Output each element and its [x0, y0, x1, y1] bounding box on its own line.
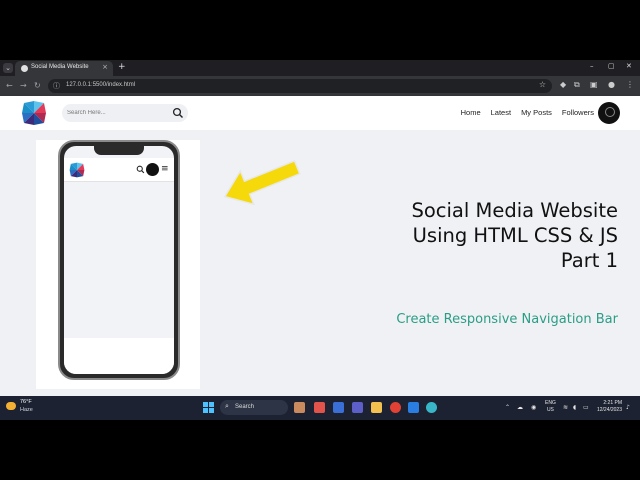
tray-cloud-icon[interactable]: ☁ — [517, 404, 523, 411]
nav-links: Home Latest My Posts Followers — [461, 108, 594, 117]
volume-icon[interactable]: ◖ — [573, 404, 576, 411]
tab-search-menu-icon[interactable]: ⌄ — [3, 63, 13, 73]
tab-title: Social Media Website — [31, 64, 89, 70]
browser-menu-icon[interactable]: ⋮ — [626, 80, 634, 89]
arrow-icon — [223, 159, 301, 206]
taskbar-app-icon[interactable] — [333, 402, 344, 413]
phone-bottom-area — [64, 338, 174, 374]
taskbar-app-icon[interactable] — [314, 402, 325, 413]
extension-icon[interactable]: ◆ — [560, 80, 566, 89]
hamburger-menu-icon: ≡ — [161, 164, 169, 174]
clock-date: 12/24/2023 — [596, 407, 622, 413]
tab-close-icon[interactable]: × — [102, 63, 108, 71]
mobile-navbar: ≡ — [64, 158, 174, 182]
new-tab-button[interactable]: + — [118, 62, 126, 72]
start-windows-icon[interactable] — [203, 402, 214, 413]
clock-time: 2:21 PM — [603, 400, 622, 406]
search-input[interactable] — [67, 107, 167, 119]
search-icon[interactable] — [172, 107, 184, 119]
taskbar-teams-icon[interactable] — [352, 402, 363, 413]
search-box — [62, 104, 188, 122]
weather-temp: 76°F — [20, 399, 32, 405]
forward-icon[interactable]: → — [20, 81, 27, 90]
mobile-search-icon — [136, 165, 145, 174]
weather-widget[interactable]: 76°F Haze — [6, 399, 46, 417]
site-logo-icon[interactable] — [21, 100, 47, 126]
browser-tab[interactable]: Social Media Website × — [15, 61, 113, 76]
user-avatar[interactable] — [598, 102, 620, 124]
notification-bell-icon[interactable]: ♪ — [626, 404, 630, 411]
taskbar-search[interactable]: ⌕ Search — [220, 400, 288, 415]
taskbar-app-folder-icon[interactable] — [294, 402, 305, 413]
mobile-logo-icon — [69, 162, 85, 178]
tray-clock[interactable]: 2:21 PM 12/24/2023 — [594, 400, 622, 414]
weather-haze-icon — [6, 402, 16, 410]
mobile-preview: ≡ — [36, 140, 200, 389]
weather-condition: Haze — [20, 407, 33, 413]
nav-link-my-posts[interactable]: My Posts — [521, 108, 552, 117]
site-navbar: Home Latest My Posts Followers — [0, 96, 640, 130]
nav-link-latest[interactable]: Latest — [491, 108, 511, 117]
taskbar-search-label: Search — [235, 404, 255, 410]
tray-language-code: ENG — [545, 400, 556, 406]
headline-line-2: Using HTML CSS & JS — [412, 224, 618, 247]
taskbar-file-explorer-icon[interactable] — [371, 402, 382, 413]
tray-app-icon[interactable]: ◉ — [531, 404, 536, 411]
reload-icon[interactable]: ↻ — [34, 81, 41, 90]
extensions-puzzle-icon[interactable]: ⧉ — [574, 80, 580, 90]
phone-mockup: ≡ — [58, 140, 180, 380]
address-bar[interactable]: ⓘ 127.0.0.1:5500/index.html ☆ — [48, 79, 552, 93]
mobile-avatar — [146, 163, 159, 176]
maximize-button[interactable]: ▢ — [608, 62, 615, 70]
nav-link-home[interactable]: Home — [461, 108, 481, 117]
phone-notch — [94, 146, 144, 155]
minimize-button[interactable]: – — [590, 62, 594, 70]
browser-tab-strip: ⌄ Social Media Website × + – ▢ ✕ — [0, 60, 640, 76]
page-body: ≡ Social Media Website Using HTML CSS & … — [0, 130, 640, 396]
headline-line-3: Part 1 — [560, 249, 618, 272]
battery-icon[interactable]: ▭ — [583, 404, 589, 411]
nav-link-followers[interactable]: Followers — [562, 108, 594, 117]
site-info-icon[interactable]: ⓘ — [53, 81, 60, 91]
os-taskbar: 76°F Haze ⌕ Search ⌃ ☁ ◉ ENG US ≋ ◖ ▭ 2:… — [0, 396, 640, 420]
taskbar-edge-icon[interactable] — [426, 402, 437, 413]
address-url[interactable]: 127.0.0.1:5500/index.html — [66, 82, 135, 88]
bookmark-star-icon[interactable]: ☆ — [539, 80, 546, 89]
headline-line-1: Social Media Website — [411, 199, 618, 222]
sidebar-icon[interactable]: ▣ — [590, 80, 598, 89]
promo-headline: Social Media Website Using HTML CSS & JS… — [298, 198, 618, 273]
taskbar-search-icon: ⌕ — [225, 402, 229, 410]
tray-chevron-icon[interactable]: ⌃ — [505, 404, 510, 411]
tab-favicon-icon — [21, 65, 28, 72]
back-icon[interactable]: ← — [6, 81, 13, 90]
browser-toolbar: ← → ↻ ⓘ 127.0.0.1:5500/index.html ☆ ◆ ⧉ … — [0, 76, 640, 96]
wifi-icon[interactable]: ≋ — [563, 404, 568, 411]
taskbar-vscode-icon[interactable] — [408, 402, 419, 413]
phone-screen: ≡ — [64, 146, 174, 374]
tray-region-code: US — [546, 407, 554, 413]
screen: ⌄ Social Media Website × + – ▢ ✕ ← → ↻ ⓘ… — [0, 60, 640, 420]
profile-icon[interactable]: ● — [608, 80, 615, 89]
taskbar-chrome-icon[interactable] — [390, 402, 401, 413]
tray-language[interactable]: ENG US — [545, 400, 556, 414]
close-window-button[interactable]: ✕ — [626, 62, 632, 70]
promo-subheading: Create Responsive Navigation Bar — [396, 312, 618, 327]
